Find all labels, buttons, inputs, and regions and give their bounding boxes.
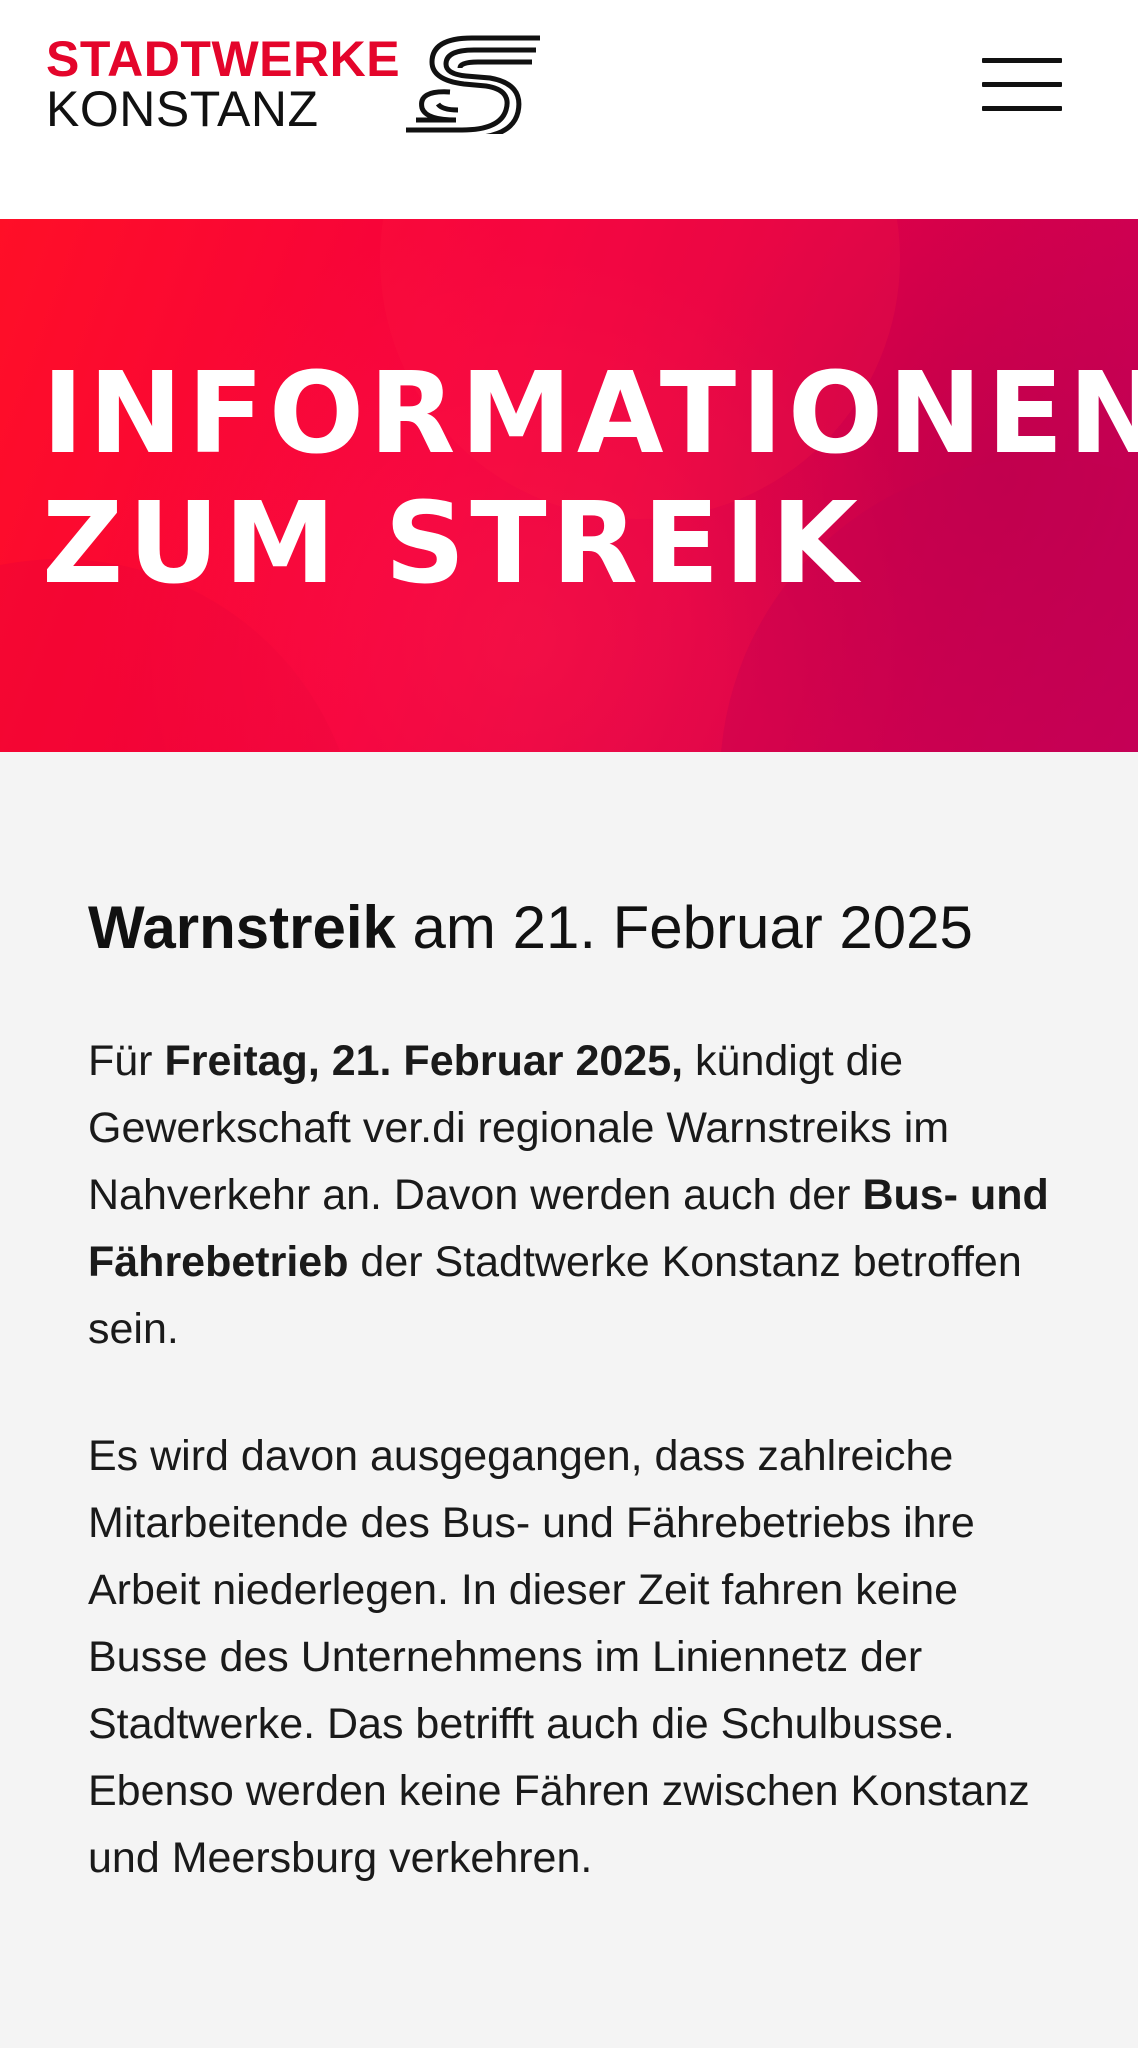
hero-banner: INFORMATIONEN ZUM STREIK: [0, 219, 1138, 752]
logo-wordmark-bottom: KONSTANZ: [46, 81, 319, 137]
page-title: INFORMATIONEN ZUM STREIK: [42, 349, 1138, 609]
article-content: Warnstreik am 21. Februar 2025 Für Freit…: [88, 890, 1058, 1952]
article-heading-rest: am 21. Februar 2025: [395, 894, 973, 961]
p1-text-1: Für: [88, 1037, 165, 1085]
article-heading: Warnstreik am 21. Februar 2025: [88, 890, 1058, 966]
article-paragraph-2: Es wird davon ausgegangen, dass zahlreic…: [88, 1432, 1030, 1882]
menu-bar-middle: [982, 82, 1062, 87]
p1-bold-date: Freitag, 21. Februar 2025,: [164, 1037, 684, 1085]
menu-bar-bottom: [982, 106, 1062, 111]
article-heading-bold: Warnstreik: [88, 894, 396, 961]
page-title-line1: INFORMATIONEN: [42, 349, 1138, 479]
site-header: STADTWERKE KONSTANZ: [0, 0, 1138, 219]
page-title-line2: ZUM STREIK: [42, 479, 863, 609]
logo-s-mark-icon: [406, 35, 540, 134]
article-paragraph-1: Für Freitag, 21. Februar 2025, kündigt d…: [88, 1028, 1058, 1363]
menu-bar-top: [982, 58, 1062, 63]
hamburger-menu-icon[interactable]: [974, 50, 1068, 120]
stadtwerke-konstanz-logo[interactable]: STADTWERKE KONSTANZ: [46, 34, 546, 134]
logo-wordmark-top: STADTWERKE: [46, 31, 401, 87]
